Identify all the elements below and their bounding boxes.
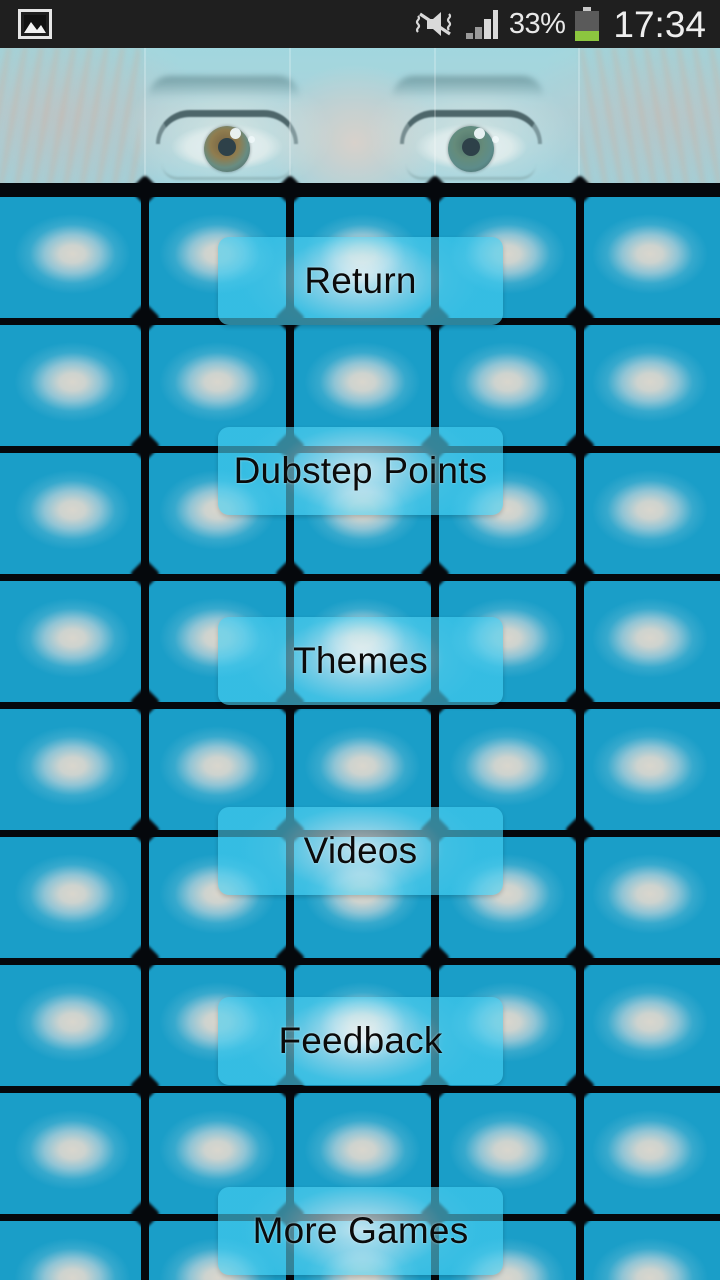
return-button-label: Return [304, 260, 417, 301]
more-games-button-label: More Games [252, 1210, 469, 1251]
videos-button-label: Videos [303, 830, 418, 871]
feedback-button[interactable]: Feedback [218, 997, 503, 1085]
status-bar-right: 33% 17:34 [415, 6, 706, 43]
status-bar-left [18, 9, 52, 39]
themes-button-label: Themes [293, 640, 428, 681]
app-screen: 33% 17:34 Return Dubstep Points Themes V… [0, 0, 720, 1280]
battery-icon [574, 7, 600, 41]
status-bar: 33% 17:34 [0, 0, 720, 48]
battery-percent-label: 33% [508, 7, 566, 40]
more-games-button[interactable]: More Games [218, 1187, 503, 1275]
videos-button[interactable]: Videos [218, 807, 503, 895]
themes-button[interactable]: Themes [218, 617, 503, 705]
feedback-button-label: Feedback [278, 1020, 443, 1061]
album-art-image [0, 48, 720, 190]
dubstep-points-button[interactable]: Dubstep Points [218, 427, 503, 515]
gallery-image-icon [18, 9, 52, 39]
art-tile-seams [0, 48, 720, 190]
dubstep-points-button-label: Dubstep Points [233, 450, 488, 491]
return-button[interactable]: Return [218, 237, 503, 325]
menu-button-list: Return Dubstep Points Themes Videos Feed… [0, 190, 720, 1280]
status-bar-clock: 17:34 [613, 3, 706, 45]
sound-muted-vibrate-icon [415, 8, 455, 40]
cellular-signal-icon [464, 9, 500, 39]
